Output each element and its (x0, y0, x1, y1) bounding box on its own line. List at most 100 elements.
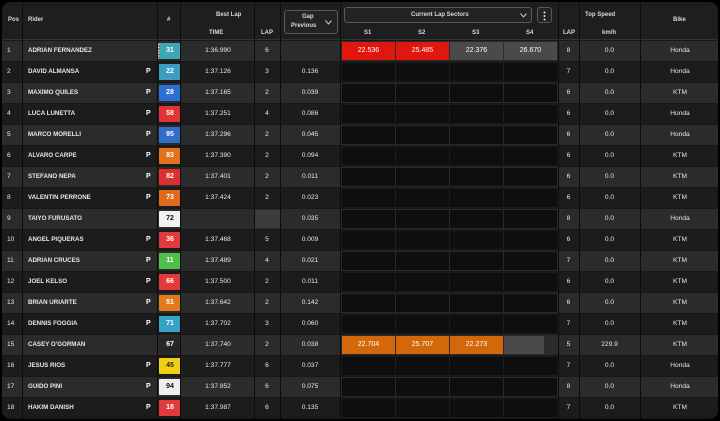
table-row[interactable]: 3 MAXIMO QUILES 1:37.165 2 0.039 6 0.0 KTM P 28 (2, 83, 718, 103)
cell-best: 1:37.642 (205, 299, 231, 306)
more-options-button[interactable] (537, 7, 552, 23)
cell-best: 1:37.702 (205, 320, 231, 327)
sector-s1 (342, 399, 395, 417)
table-row[interactable]: 17 GUIDO PINI 1:37.852 6 0.075 8 0.0 Honda P 94 (2, 377, 718, 397)
cell-best: 1:37.251 (205, 110, 231, 117)
sector-s1 (342, 168, 395, 186)
table-row[interactable]: 13 BRIAN URIARTE 1:37.642 2 0.142 6 0.0 KTM P 51 (2, 293, 718, 313)
chevron-down-icon (325, 20, 332, 25)
rider-number-badge: 51 (159, 295, 181, 311)
table-row[interactable]: 8 VALENTIN PERRONE 1:37.424 2 0.023 6 0.0 KTM P 7… (2, 188, 718, 208)
header-time: TIME (209, 30, 224, 36)
cell-rider: JOEL KELSO (28, 278, 68, 285)
cell-pos: 16 (7, 362, 15, 369)
cell-speed: 0.0 (604, 47, 615, 54)
table-row[interactable]: 7 STEFANO NEPA 1:37.401 2 0.011 6 0.0 KTM P 82 (2, 167, 718, 187)
sector-s1 (342, 105, 395, 123)
rider-number-badge: 71 (159, 316, 181, 332)
sector-s2 (396, 168, 449, 186)
cell-bike: Honda (670, 110, 690, 117)
sector-s1 (342, 63, 395, 81)
cell-bike: Honda (670, 362, 690, 369)
gap-label-line1: Gap (302, 14, 314, 20)
gap-previous-button[interactable]: Gap Previous (284, 10, 338, 34)
sector-s2 (396, 105, 449, 123)
table-row[interactable]: 14 DENNIS FOGGIA 1:37.702 3 0.060 7 0.0 KTM P 71 (2, 314, 718, 334)
no-lap-cell (255, 210, 280, 228)
cell-lap: 3 (265, 68, 269, 75)
cell-slap: 7 (566, 320, 571, 327)
sector-s3 (450, 126, 503, 144)
cell-speed: 0.0 (604, 236, 615, 243)
sector-s1 (342, 231, 395, 249)
table-row[interactable]: 6 ALVARO CARPE 1:37.390 2 0.094 6 0.0 KTM P 83 (2, 146, 718, 166)
sector-s2 (396, 84, 449, 102)
cell-bike: Honda (670, 131, 690, 138)
cell-pos: 13 (7, 299, 15, 306)
cell-slap: 6 (566, 236, 571, 243)
cell-rider: JESUS RIOS (28, 362, 66, 369)
cell-pos: 3 (7, 89, 11, 96)
table-row[interactable]: 18 HAKIM DANISH 1:37.987 6 0.135 7 0.0 KTM P 18 (2, 398, 718, 418)
pit-indicator: P (146, 278, 151, 285)
table-row[interactable]: 11 ADRIAN CRUCES 1:37.489 4 0.021 7 0.0 KTM P 11 (2, 251, 718, 271)
cell-speed: 0.0 (604, 278, 615, 285)
cell-best: 1:37.390 (205, 152, 231, 159)
sector-s4 (504, 63, 557, 81)
cell-lap: 2 (265, 131, 269, 138)
cell-speed: 0.0 (604, 194, 615, 201)
table-row[interactable]: 2 DAVID ALMANSA 1:37.126 3 0.136 7 0.0 Honda P 22 (2, 62, 718, 82)
header-s1: S1 (364, 30, 372, 36)
pit-indicator: P (146, 110, 151, 117)
cell-bike: Honda (670, 215, 690, 222)
sector-s3 (450, 189, 503, 207)
sector-s4 (504, 147, 557, 165)
cell-slap: 6 (566, 89, 571, 96)
table-row[interactable]: 4 LUCA LUNETTA 1:37.251 4 0.086 6 0.0 Honda P 58 (2, 104, 718, 124)
sector-s3 (450, 147, 503, 165)
rider-number-badge: 67 (159, 337, 181, 353)
sectors-dropdown[interactable]: Current Lap Sectors (344, 7, 532, 23)
table-row[interactable]: 10 ANGEL PIQUERAS 1:37.468 5 0.009 6 0.0 KTM P 36 (2, 230, 718, 250)
sector-s1 (342, 210, 395, 228)
cell-speed: 0.0 (604, 131, 615, 138)
cell-rider: CASEY O'GORMAN (28, 341, 86, 348)
table-row[interactable]: 9 TAIYO FURUSATO 0.035 8 0.0 Honda 72 (2, 209, 718, 229)
table-row[interactable]: 15 CASEY O'GORMAN 1:37.740 2 0.038 5 229.9 KTM 6… (2, 335, 718, 355)
pit-indicator: P (146, 236, 151, 243)
cell-gap: 0.009 (301, 236, 319, 243)
table-row[interactable]: 16 JESUS RIOS 1:37.777 6 0.037 7 0.0 Honda P 45 (2, 356, 718, 376)
cell-pos: 7 (7, 173, 11, 180)
table-row[interactable]: 5 MARCO MORELLI 1:37.296 2 0.045 6 0.0 Honda P 95 (2, 125, 718, 145)
cell-gap: 0.021 (301, 257, 319, 264)
cell-pos: 8 (7, 194, 11, 201)
cell-rider: VALENTIN PERRONE (28, 194, 91, 201)
table-row[interactable]: 12 JOEL KELSO 1:37.500 2 0.011 6 0.0 KTM P 66 (2, 272, 718, 292)
cell-gap: 0.094 (301, 152, 319, 159)
sector-s3 (450, 315, 503, 333)
sector-s2: 25.485 (396, 42, 449, 60)
cell-gap: 0.035 (301, 215, 319, 222)
cell-slap: 8 (566, 47, 571, 54)
sector-s4: 26.670 (504, 42, 557, 60)
sector-s2 (396, 189, 449, 207)
chevron-down-icon (520, 13, 527, 18)
sector-s1 (342, 189, 395, 207)
cell-slap: 6 (566, 194, 571, 201)
cell-slap: 7 (566, 404, 571, 411)
table-row[interactable]: 1 ADRIAN FERNANDEZ 1:36.990 6 8 0.0 Honda 31 22.… (2, 41, 718, 61)
cell-pos: 2 (7, 68, 11, 75)
cell-rider: HAKIM DANISH (28, 404, 74, 411)
cell-pos: 15 (7, 341, 15, 348)
header-number: # (167, 17, 171, 23)
cell-speed: 0.0 (604, 215, 615, 222)
cell-pos: 12 (7, 278, 15, 285)
cell-slap: 6 (566, 173, 571, 180)
cell-best: 1:37.468 (205, 236, 231, 243)
cell-best: 1:37.126 (205, 68, 231, 75)
sector-s4 (504, 84, 557, 102)
header-rider: Rider (28, 17, 44, 23)
timing-table: Pos Rider # Best Lap TIME LAP Gap Previo… (2, 2, 718, 419)
sector-s1 (342, 126, 395, 144)
cell-bike: KTM (673, 152, 687, 159)
